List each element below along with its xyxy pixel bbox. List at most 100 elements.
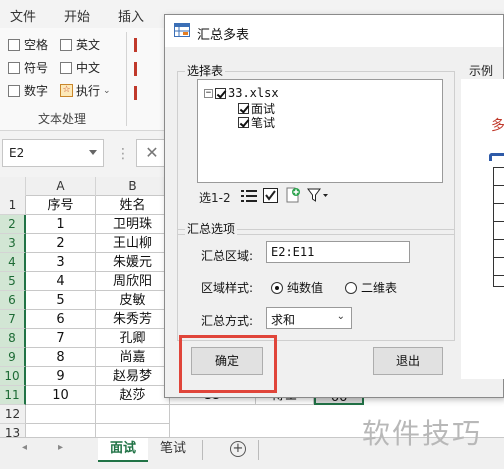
row-header[interactable]: 8	[0, 329, 26, 348]
table-header-cell[interactable]: 序号	[26, 196, 96, 215]
column-header-a[interactable]: A	[26, 177, 96, 196]
sheet-tab-mianshi[interactable]: 面试	[98, 438, 148, 462]
execute-icon: ☆	[60, 84, 73, 97]
summary-options-label: 汇总选项	[185, 220, 238, 237]
table-cell[interactable]: 周欣阳	[96, 272, 170, 291]
name-box[interactable]: E2	[2, 139, 104, 167]
table-header-cell[interactable]: 姓名	[96, 196, 170, 215]
example-bracket	[489, 153, 504, 161]
ribbon-icon-partial-3	[134, 86, 144, 100]
table-cell[interactable]: 7	[26, 329, 96, 348]
list-icon[interactable]	[241, 189, 257, 203]
row-header[interactable]: 7	[0, 310, 26, 329]
checkbox-space[interactable]: 空格	[8, 36, 48, 53]
table-cell[interactable]: 朱秀芳	[96, 310, 170, 329]
tab-divider	[258, 440, 259, 460]
row-header[interactable]: 5	[0, 272, 26, 291]
row-header[interactable]: 9	[0, 348, 26, 367]
ok-button[interactable]: 确定	[191, 347, 263, 375]
checkbox-chinese[interactable]: 中文	[60, 59, 100, 76]
table-cell[interactable]: 王山柳	[96, 234, 170, 253]
table-cell[interactable]: 卫明珠	[96, 215, 170, 234]
table-cell[interactable]: 1	[26, 215, 96, 234]
checkbox-english[interactable]: 英文	[60, 36, 100, 53]
group-label-text-processing: 文本处理	[38, 112, 87, 126]
tab-insert[interactable]: 插入	[118, 6, 144, 25]
radio-dot	[345, 281, 357, 294]
checkbox-box	[8, 61, 20, 74]
table-cell[interactable]: 朱媛元	[96, 253, 170, 272]
execute-button[interactable]: ☆ 执行 ⌄	[60, 82, 111, 99]
chevron-down-icon: ⌄	[336, 311, 345, 322]
example-preview: 多	[461, 79, 504, 379]
row-header[interactable]: 1	[0, 196, 26, 215]
table-cell[interactable]: 孔卿	[96, 329, 170, 348]
row-header[interactable]: 6	[0, 291, 26, 310]
table-cell[interactable]: 5	[26, 291, 96, 310]
table-cell[interactable]: 赵莎	[96, 386, 170, 405]
table-cell[interactable]: 9	[26, 367, 96, 386]
table-cell[interactable]: 3	[26, 253, 96, 272]
exit-button[interactable]: 退出	[373, 347, 443, 375]
method-select[interactable]: 求和 ⌄	[266, 307, 352, 329]
radio-2d-table[interactable]: 二维表	[345, 279, 397, 296]
next-sheet-icon[interactable]: ▸	[58, 442, 63, 453]
table-cell[interactable]: 赵易梦	[96, 367, 170, 386]
row-header[interactable]: 4	[0, 253, 26, 272]
tree-node-sheet-2[interactable]: 笔试	[238, 114, 275, 131]
row-header[interactable]: 2	[0, 215, 26, 234]
row-header[interactable]: 10	[0, 367, 26, 386]
table-cell[interactable]: 尚嘉	[96, 348, 170, 367]
prev-sheet-icon[interactable]: ◂	[22, 442, 27, 453]
radio-label: 纯数值	[287, 281, 324, 295]
chevron-down-icon: ⌄	[103, 85, 111, 96]
example-title-glyph: 多	[491, 118, 504, 134]
name-box-value: E2	[9, 146, 25, 160]
table-cell[interactable]: 8	[26, 348, 96, 367]
checkbox-label: 符号	[24, 61, 49, 75]
tree-node-file[interactable]: − 33.xlsx	[204, 86, 279, 100]
tree-file-label: 33.xlsx	[228, 86, 279, 100]
select-all-corner[interactable]	[0, 177, 26, 196]
checkbox-symbol[interactable]: 符号	[8, 59, 48, 76]
add-sheet-button[interactable]: +	[230, 441, 246, 457]
radio-dot	[271, 281, 283, 294]
example-label: 示例	[469, 64, 494, 78]
sheet-checkbox[interactable]	[238, 117, 249, 128]
checkbox-box	[60, 38, 72, 51]
check-all-icon[interactable]	[263, 188, 278, 203]
table-cell[interactable]	[96, 405, 170, 424]
checkbox-label: 空格	[24, 38, 49, 52]
collapse-icon[interactable]: −	[204, 88, 213, 98]
filter-icon[interactable]	[307, 188, 329, 202]
table-cell[interactable]: 2	[26, 234, 96, 253]
table-cell[interactable]: 皮敏	[96, 291, 170, 310]
tab-file[interactable]: 文件	[10, 6, 36, 25]
example-table	[493, 167, 504, 287]
table-cell[interactable]: 6	[26, 310, 96, 329]
checkbox-number[interactable]: 数字	[8, 82, 48, 99]
table-cell[interactable]: 4	[26, 272, 96, 291]
table-cell[interactable]	[26, 405, 96, 424]
row-header[interactable]: 11	[0, 386, 26, 405]
tab-home[interactable]: 开始	[64, 6, 90, 25]
sheet-tree[interactable]: − 33.xlsx 面试 笔试	[197, 79, 443, 183]
checkbox-label: 英文	[76, 38, 101, 52]
ribbon-icon-partial-1	[134, 38, 144, 52]
sheet-checkbox[interactable]	[238, 103, 249, 114]
radio-pure-values[interactable]: 纯数值	[271, 279, 323, 296]
range-input[interactable]: E2:E11	[266, 241, 410, 263]
column-header-b[interactable]: B	[96, 177, 170, 196]
checkbox-box	[8, 38, 20, 51]
add-file-icon[interactable]	[285, 187, 301, 203]
sheet-tab-bishi[interactable]: 笔试	[152, 438, 194, 462]
row-header[interactable]: 12	[0, 405, 26, 424]
table-cell[interactable]: 10	[26, 386, 96, 405]
checkbox-label: 数字	[24, 84, 49, 98]
table-app-icon	[174, 23, 190, 37]
file-checkbox[interactable]	[215, 87, 226, 99]
dialog-titlebar[interactable]: 汇总多表	[165, 15, 503, 47]
dialog-title: 汇总多表	[197, 28, 250, 43]
row-header[interactable]: 3	[0, 234, 26, 253]
ribbon-divider	[126, 32, 127, 126]
